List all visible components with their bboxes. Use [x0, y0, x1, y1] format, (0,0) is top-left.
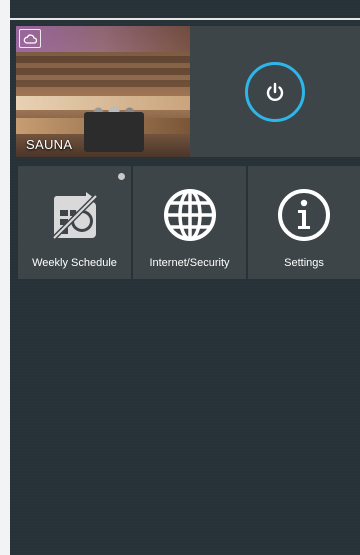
globe-icon: [163, 188, 217, 247]
weekly-schedule-label: Weekly Schedule: [32, 257, 117, 269]
sauna-image[interactable]: SAUNA: [16, 26, 190, 157]
internet-security-label: Internet/Security: [149, 257, 230, 269]
weekly-schedule-tile[interactable]: Weekly Schedule: [18, 166, 131, 279]
top-divider: [10, 18, 360, 20]
sauna-panel: SAUNA: [16, 26, 360, 157]
sauna-heater: [84, 112, 144, 152]
menu-tiles: Weekly Schedule Internet/Security Settin…: [16, 166, 360, 279]
settings-tile[interactable]: Settings: [248, 166, 360, 279]
app-screen: SAUNA Weekly Schedule Internet/Security …: [10, 0, 360, 555]
settings-label: Settings: [284, 257, 324, 269]
power-button[interactable]: [245, 61, 305, 122]
info-icon: [277, 188, 331, 247]
internet-security-tile[interactable]: Internet/Security: [133, 166, 246, 279]
status-indicator: [118, 173, 125, 180]
sauna-lighting: [16, 26, 190, 52]
power-icon: [266, 82, 284, 101]
schedule-disabled-icon: [48, 190, 102, 247]
cloud-icon[interactable]: [19, 29, 41, 48]
sauna-label: SAUNA: [26, 137, 73, 152]
power-area: [190, 26, 360, 157]
